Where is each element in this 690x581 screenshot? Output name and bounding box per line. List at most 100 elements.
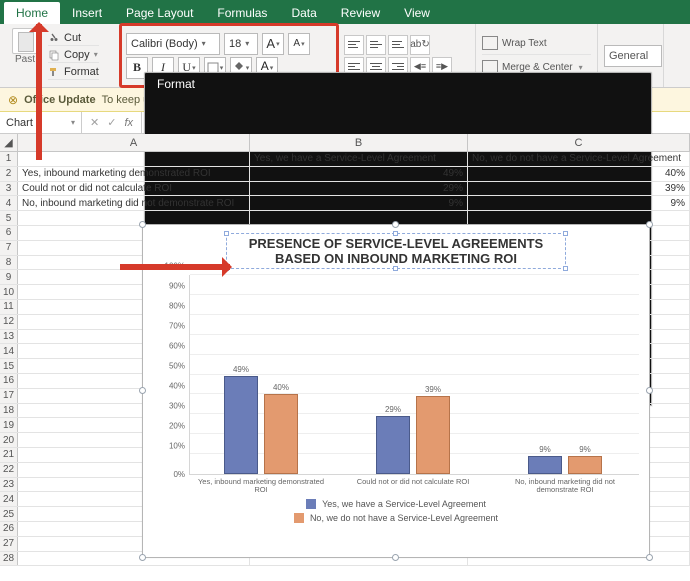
row-header[interactable]: 5 xyxy=(0,211,18,225)
cell[interactable]: Yes, inbound marketing demonstrated ROI xyxy=(18,167,250,181)
row-4: 4 No, inbound marketing did not demonstr… xyxy=(0,196,690,211)
row-header[interactable]: 21 xyxy=(0,448,18,462)
bar[interactable]: 49% xyxy=(224,376,258,474)
legend-swatch xyxy=(306,499,316,509)
resize-handle[interactable] xyxy=(646,387,653,394)
tab-insert[interactable]: Insert xyxy=(60,2,114,24)
wrap-text-button[interactable]: Wrap Text xyxy=(482,33,591,55)
cell[interactable]: 49% xyxy=(250,167,468,181)
bar[interactable]: 39% xyxy=(416,396,450,474)
shrink-font-button[interactable]: A xyxy=(288,33,310,55)
bar-group-1: 49% 40% Yes, inbound marketing demonstra… xyxy=(224,376,298,474)
legend-swatch xyxy=(294,513,304,523)
cell[interactable]: Could not or did not calculate ROI xyxy=(18,182,250,196)
col-header-c[interactable]: C xyxy=(468,134,690,151)
category-label: Could not or did not calculate ROI xyxy=(343,474,483,486)
row-header[interactable]: 20 xyxy=(0,433,18,447)
copy-icon xyxy=(48,49,60,61)
row-header[interactable]: 26 xyxy=(0,522,18,536)
tab-page-layout[interactable]: Page Layout xyxy=(114,2,205,24)
tab-view[interactable]: View xyxy=(392,2,442,24)
resize-handle[interactable] xyxy=(139,221,146,228)
col-header-a[interactable]: A xyxy=(18,134,250,151)
row-header[interactable]: 2 xyxy=(0,167,18,181)
cancel-icon[interactable]: ✕ xyxy=(90,116,99,129)
row-2: 2 Yes, inbound marketing demonstrated RO… xyxy=(0,167,690,182)
resize-handle[interactable] xyxy=(392,221,399,228)
legend-item: Yes, we have a Service-Level Agreement xyxy=(306,499,486,509)
chart-title-line2: BASED ON INBOUND MARKETING ROI xyxy=(231,251,561,266)
resize-handle[interactable] xyxy=(392,554,399,561)
row-header[interactable]: 24 xyxy=(0,492,18,506)
row-header[interactable]: 22 xyxy=(0,463,18,477)
row-header[interactable]: 16 xyxy=(0,374,18,388)
resize-handle[interactable] xyxy=(139,554,146,561)
row-header[interactable]: 14 xyxy=(0,344,18,358)
row-header[interactable]: 7 xyxy=(0,241,18,255)
copy-button[interactable]: Copy▾ xyxy=(48,48,99,63)
clipboard-group: Past Cut Copy▾ Format xyxy=(0,24,120,87)
row-header[interactable]: 12 xyxy=(0,315,18,329)
annotation-arrow-horizontal xyxy=(120,264,230,270)
bar-group-2: 29% 39% Could not or did not calculate R… xyxy=(376,396,450,474)
row-header[interactable]: 4 xyxy=(0,196,18,210)
tab-formulas[interactable]: Formulas xyxy=(205,2,279,24)
cell[interactable]: 29% xyxy=(250,182,468,196)
plot-area[interactable]: 0% 10% 20% 30% 40% 50% 60% 70% 80% 90% 1… xyxy=(153,275,639,475)
row-header[interactable]: 6 xyxy=(0,226,18,240)
resize-handle[interactable] xyxy=(139,387,146,394)
category-label: Yes, inbound marketing demonstrated ROI xyxy=(191,474,331,495)
row-header[interactable]: 27 xyxy=(0,537,18,551)
row-header[interactable]: 8 xyxy=(0,256,18,270)
cell[interactable]: No, inbound marketing did not demonstrat… xyxy=(18,196,250,210)
resize-handle[interactable] xyxy=(646,221,653,228)
row-header[interactable]: 19 xyxy=(0,418,18,432)
format-painter-button[interactable]: Format xyxy=(48,65,99,80)
row-header[interactable]: 17 xyxy=(0,389,18,403)
align-top-button[interactable] xyxy=(344,35,364,55)
tab-data[interactable]: Data xyxy=(279,2,328,24)
row-header[interactable]: 18 xyxy=(0,404,18,418)
font-name-combo[interactable]: Calibri (Body)▾ xyxy=(126,33,220,55)
row-header[interactable]: 3 xyxy=(0,182,18,196)
grow-font-button[interactable]: A xyxy=(262,33,284,55)
row-header[interactable]: 25 xyxy=(0,507,18,521)
row-header[interactable]: 13 xyxy=(0,330,18,344)
row-header[interactable]: 11 xyxy=(0,300,18,314)
col-header-b[interactable]: B xyxy=(250,134,468,151)
align-middle-button[interactable] xyxy=(366,35,386,55)
align-bottom-button[interactable] xyxy=(388,35,408,55)
select-all-corner[interactable]: ◢ xyxy=(0,134,18,151)
chart-legend[interactable]: Yes, we have a Service-Level Agreement N… xyxy=(143,499,649,523)
close-update-icon[interactable]: ⊗ xyxy=(8,93,18,107)
bar[interactable]: 40% xyxy=(264,394,298,474)
bar[interactable]: 29% xyxy=(376,416,410,474)
tab-review[interactable]: Review xyxy=(329,2,392,24)
cell[interactable]: 39% xyxy=(468,182,690,196)
row-header[interactable]: 23 xyxy=(0,478,18,492)
cell[interactable]: 40% xyxy=(468,167,690,181)
font-size-combo[interactable]: 18▾ xyxy=(224,33,258,55)
row-header[interactable]: 1 xyxy=(0,152,18,166)
bar[interactable]: 9% xyxy=(568,456,602,474)
row-header[interactable]: 10 xyxy=(0,285,18,299)
orientation-button[interactable]: ab↻ xyxy=(410,35,430,55)
cell[interactable]: No, we do not have a Service-Level Agree… xyxy=(468,152,690,166)
cut-button[interactable]: Cut xyxy=(48,31,99,46)
bar[interactable]: 9% xyxy=(528,456,562,474)
cell[interactable]: Yes, we have a Service-Level Agreement xyxy=(250,152,468,166)
cell[interactable] xyxy=(18,152,250,166)
resize-handle[interactable] xyxy=(646,554,653,561)
chart-title[interactable]: PRESENCE OF SERVICE-LEVEL AGREEMENTS BAS… xyxy=(226,233,566,269)
cell[interactable]: 9% xyxy=(250,196,468,210)
row-header[interactable]: 9 xyxy=(0,270,18,284)
enter-icon[interactable]: ✓ xyxy=(107,116,116,129)
category-label: No, inbound marketing did not demonstrat… xyxy=(495,474,635,495)
row-header[interactable]: 28 xyxy=(0,552,18,566)
number-format-combo[interactable]: General xyxy=(604,45,662,67)
cell[interactable]: 9% xyxy=(468,196,690,210)
embedded-chart[interactable]: PRESENCE OF SERVICE-LEVEL AGREEMENTS BAS… xyxy=(142,224,650,558)
annotation-arrow-vertical xyxy=(36,24,42,160)
fx-label[interactable]: fx xyxy=(124,117,133,129)
row-header[interactable]: 15 xyxy=(0,359,18,373)
